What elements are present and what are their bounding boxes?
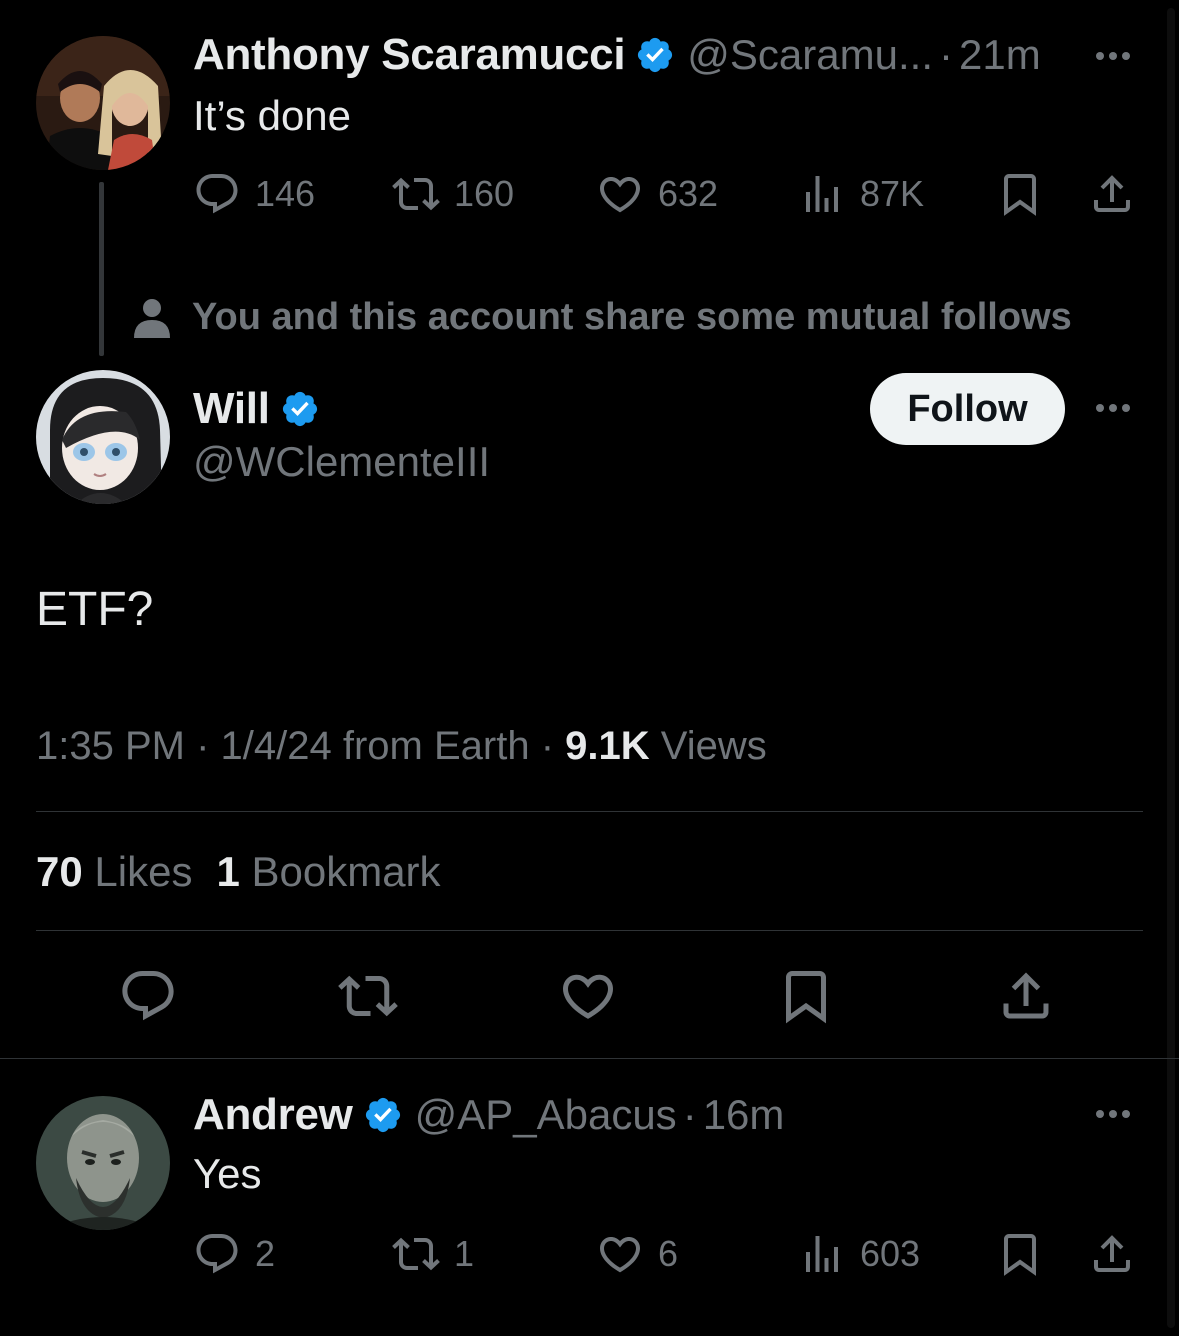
person-icon xyxy=(134,298,170,338)
more-icon[interactable] xyxy=(1096,1110,1130,1118)
reply-tweet-time[interactable]: 16m xyxy=(703,1091,785,1139)
mutual-follows-text: You and this account share some mutual f… xyxy=(192,296,1072,338)
reply-button[interactable] xyxy=(118,966,178,1026)
bookmarks-label: Bookmark xyxy=(251,848,441,895)
separator-dot: · xyxy=(540,724,555,768)
separator-dot: · xyxy=(196,724,210,768)
bookmark-icon xyxy=(1004,174,1036,216)
reply-icon xyxy=(196,174,238,214)
reply-count: 146 xyxy=(255,173,316,214)
divider xyxy=(36,811,1143,812)
bookmark-button[interactable] xyxy=(776,966,836,1026)
tweet-timestamp[interactable]: 1:35 PM xyxy=(36,724,185,768)
views-label: Views xyxy=(660,724,767,768)
follow-button[interactable]: Follow xyxy=(870,373,1065,445)
repost-count: 160 xyxy=(454,173,515,214)
bookmark-icon xyxy=(786,971,826,1024)
share-button[interactable] xyxy=(1088,1224,1136,1284)
verified-badge-icon[interactable] xyxy=(363,1095,403,1135)
main-tweet-text: ETF? xyxy=(36,583,154,636)
parent-tweet-time[interactable]: 21m xyxy=(959,31,1041,79)
parent-header: Anthony Scaramucci @Scaramu... · 21m xyxy=(193,30,1041,80)
views-count: 603 xyxy=(860,1233,921,1274)
share-button[interactable] xyxy=(996,966,1056,1026)
verified-badge-icon[interactable] xyxy=(280,389,320,429)
likes-count: 70 xyxy=(36,848,83,895)
views-icon xyxy=(806,1236,838,1272)
repost-count: 1 xyxy=(454,1233,475,1274)
like-button[interactable]: 6 xyxy=(596,1224,678,1284)
more-icon[interactable] xyxy=(1096,52,1130,60)
repost-button[interactable] xyxy=(338,966,398,1026)
main-author-handle[interactable]: @WClementeIII xyxy=(193,438,490,486)
separator-dot: · xyxy=(939,31,953,78)
likes-stat[interactable]: 70 Likes xyxy=(36,848,192,895)
parent-author-avatar[interactable] xyxy=(36,36,170,170)
divider xyxy=(36,930,1143,931)
tweet-meta: 1:35 PM · 1/4/24 from Earth · 9.1K Views xyxy=(36,724,767,769)
reply-author-handle[interactable]: @AP_Abacus xyxy=(415,1091,677,1139)
views-count: 9.1K xyxy=(565,724,650,768)
views-button[interactable]: 603 xyxy=(798,1224,920,1284)
reply-icon xyxy=(196,1234,238,1274)
views-button[interactable]: 87K xyxy=(798,164,924,224)
reply-count: 2 xyxy=(255,1233,276,1274)
reply-icon xyxy=(122,971,174,1021)
like-icon xyxy=(562,974,614,1019)
bookmarks-count: 1 xyxy=(216,848,240,895)
share-icon xyxy=(1003,972,1049,1019)
repost-icon xyxy=(338,975,398,1017)
like-count: 6 xyxy=(658,1233,679,1274)
parent-author-name[interactable]: Anthony Scaramucci xyxy=(193,30,626,80)
parent-author-handle[interactable]: @Scaramu... xyxy=(687,31,933,79)
tweet-date[interactable]: 1/4/24 from Earth xyxy=(221,724,530,768)
repost-button[interactable]: 160 xyxy=(392,164,514,224)
like-count: 632 xyxy=(658,173,719,214)
repost-icon xyxy=(392,177,440,211)
views-icon xyxy=(806,176,838,212)
like-icon xyxy=(599,1237,641,1273)
bookmark-button[interactable] xyxy=(996,1224,1044,1284)
share-icon xyxy=(1094,175,1130,212)
main-author-avatar[interactable] xyxy=(36,370,170,504)
more-icon[interactable] xyxy=(1096,404,1130,412)
share-icon xyxy=(1094,1235,1130,1272)
parent-action-bar: 146 160 632 87K xyxy=(0,164,1179,224)
repost-icon xyxy=(392,1237,440,1271)
bookmark-button[interactable] xyxy=(996,164,1044,224)
reply-author-avatar[interactable] xyxy=(36,1096,170,1230)
main-header: Will xyxy=(193,384,320,434)
reply-author-name[interactable]: Andrew xyxy=(193,1090,353,1140)
verified-badge-icon[interactable] xyxy=(635,35,675,75)
separator-dot: · xyxy=(682,1091,697,1138)
reply-action-bar: 2 1 6 603 xyxy=(0,1224,1179,1284)
views-count: 87K xyxy=(860,173,925,214)
divider xyxy=(0,1058,1179,1059)
like-button[interactable]: 632 xyxy=(596,164,718,224)
like-button[interactable] xyxy=(558,966,618,1026)
reply-tweet-text: Yes xyxy=(193,1150,262,1197)
likes-label: Likes xyxy=(94,848,193,895)
engagement-stats: 70 Likes 1 Bookmark xyxy=(36,848,441,896)
bookmarks-stat[interactable]: 1 Bookmark xyxy=(216,848,440,895)
mutual-follows-notice: You and this account share some mutual f… xyxy=(134,296,1072,339)
reply-header: Andrew @AP_Abacus · 16m xyxy=(193,1090,784,1140)
parent-tweet-text: It’s done xyxy=(193,92,352,139)
share-button[interactable] xyxy=(1088,164,1136,224)
like-icon xyxy=(599,177,641,213)
repost-button[interactable]: 1 xyxy=(392,1224,474,1284)
bookmark-icon xyxy=(1004,1234,1036,1276)
reply-button[interactable]: 2 xyxy=(193,1224,275,1284)
main-author-name[interactable]: Will xyxy=(193,384,270,434)
reply-button[interactable]: 146 xyxy=(193,164,315,224)
